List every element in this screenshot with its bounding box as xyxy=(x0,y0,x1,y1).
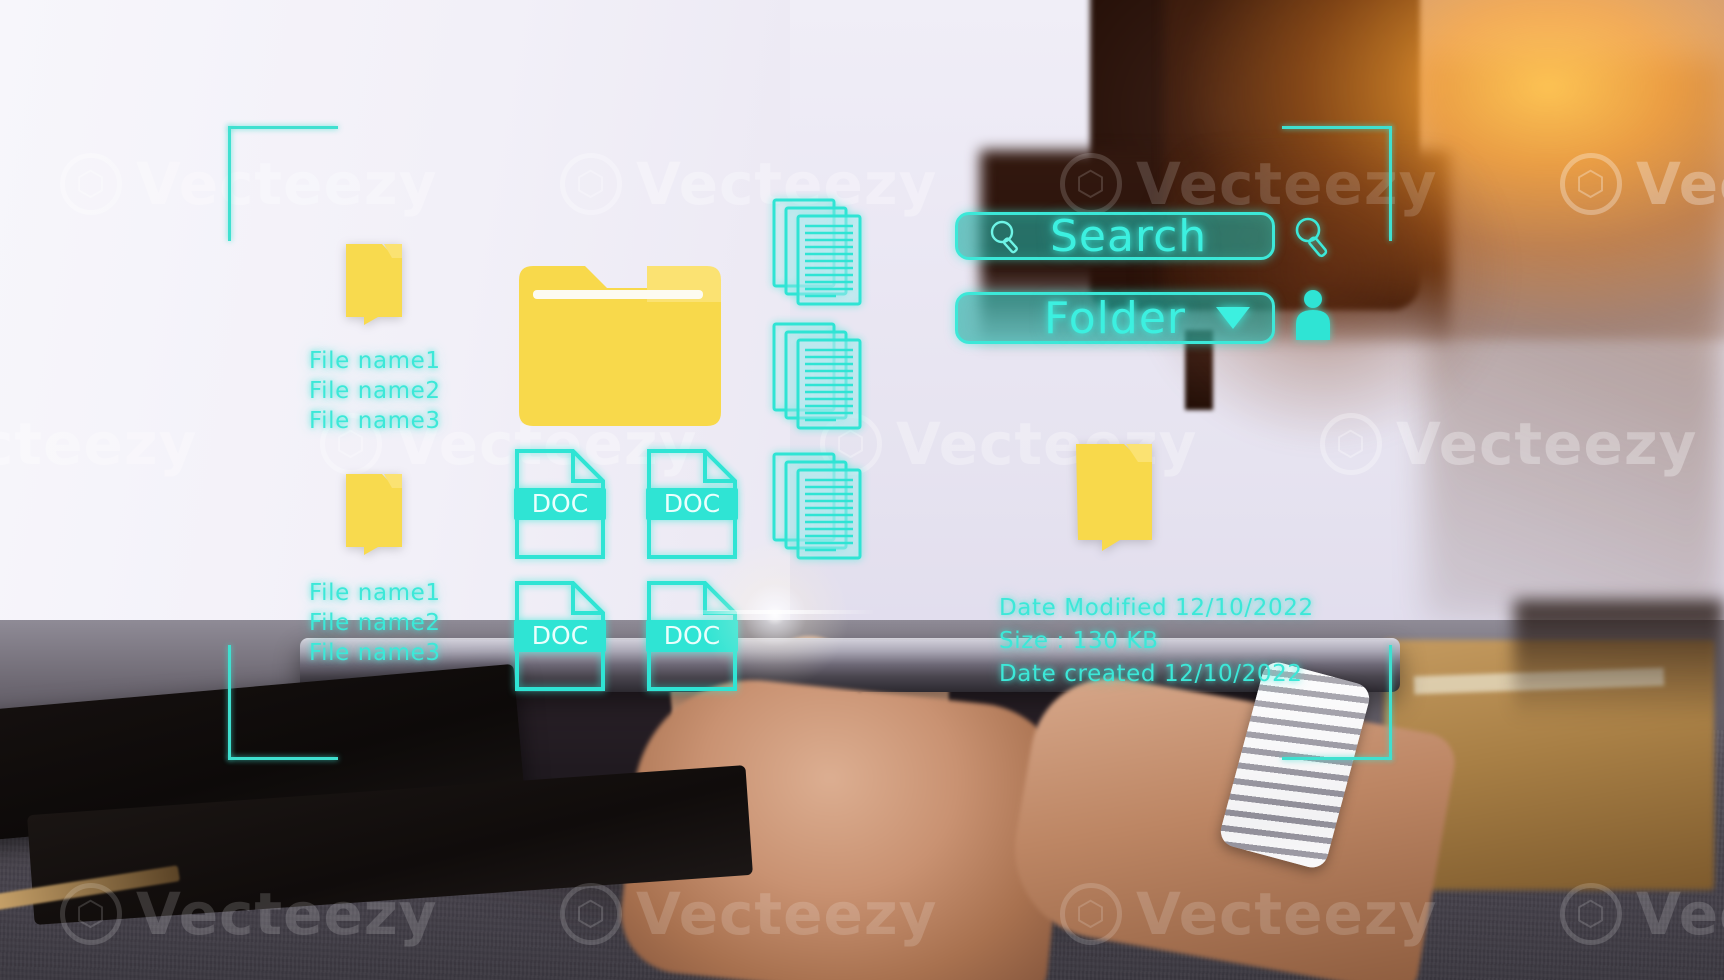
chevron-down-icon[interactable] xyxy=(1216,307,1250,329)
file-list-item[interactable]: File name1 xyxy=(309,578,441,608)
file-list-item[interactable]: File name1 xyxy=(309,346,441,376)
doc-label: DOC xyxy=(532,621,588,650)
doc-label: DOC xyxy=(664,621,720,650)
doc-label: DOC xyxy=(664,489,720,518)
search-icon-outline[interactable] xyxy=(1292,216,1332,262)
hud-overlay: File name1 File name2 File name3 File na… xyxy=(0,0,1724,980)
file-name-list-bottom: File name1 File name2 File name3 xyxy=(309,578,441,668)
file-metadata-panel: Date Modified 12/10/2022 Size : 130 KB D… xyxy=(999,592,1314,691)
doc-file-icon-3[interactable]: DOC xyxy=(514,580,606,692)
screenshot-stage: ⬡ Vecteezy ⬡ Vecteezy ⬡ Vecteezy ⬡ Vecte… xyxy=(0,0,1724,980)
person-icon[interactable] xyxy=(1292,288,1334,342)
folder-icon-small-2[interactable] xyxy=(344,470,404,555)
folder-label: Folder xyxy=(1044,292,1186,344)
metadata-date-modified: Date Modified 12/10/2022 xyxy=(999,595,1314,621)
file-list-item[interactable]: File name3 xyxy=(309,638,441,668)
doc-file-icon-1[interactable]: DOC xyxy=(514,448,606,560)
doc-file-icon-4[interactable]: DOC xyxy=(646,580,738,692)
search-icon xyxy=(988,219,1022,254)
file-name-list-top: File name1 File name2 File name3 xyxy=(309,346,441,436)
folder-icon-small-3[interactable] xyxy=(1074,440,1154,552)
metadata-date-created: Date created 12/10/2022 xyxy=(999,661,1303,687)
file-list-item[interactable]: File name2 xyxy=(309,608,441,638)
document-stack-3[interactable] xyxy=(772,452,864,562)
search-label: Search xyxy=(1050,210,1208,262)
folder-icon-large[interactable] xyxy=(515,250,725,426)
file-list-item[interactable]: File name3 xyxy=(309,406,441,436)
search-bar[interactable]: Search xyxy=(955,210,1275,262)
document-stack-1[interactable] xyxy=(772,198,864,308)
bracket-top-left xyxy=(228,126,338,241)
document-stack-2[interactable] xyxy=(772,322,864,432)
file-list-item[interactable]: File name2 xyxy=(309,376,441,406)
folder-dropdown[interactable]: Folder xyxy=(955,292,1275,344)
folder-icon-small-1[interactable] xyxy=(344,240,404,325)
metadata-size: Size : 130 KB xyxy=(999,628,1159,654)
doc-label: DOC xyxy=(532,489,588,518)
doc-file-icon-2[interactable]: DOC xyxy=(646,448,738,560)
